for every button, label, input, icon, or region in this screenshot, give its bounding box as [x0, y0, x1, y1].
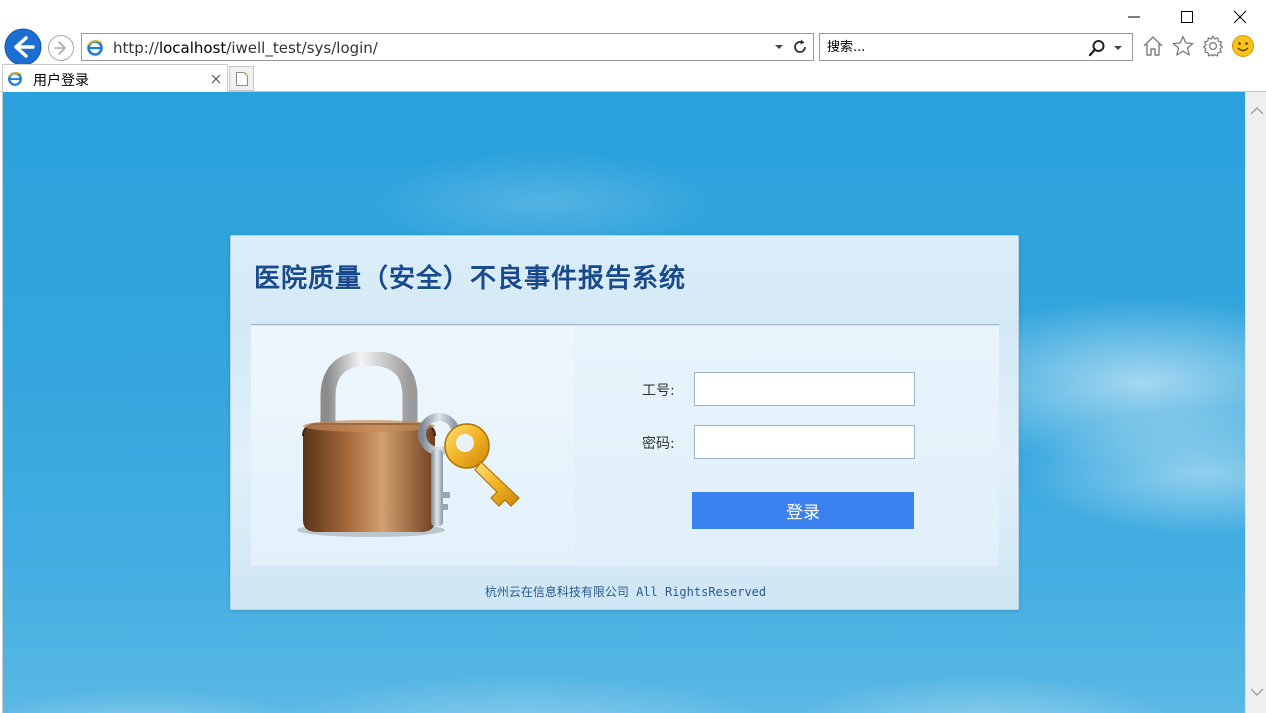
copyright-footer: 杭州云在信息科技有限公司 All RightsReserved	[484, 585, 767, 599]
title-divider	[251, 324, 999, 325]
page-viewport: 医院质量（安全）不良事件报告系统 工号: 密码: 登录 杭州云在信息科技有限公司…	[2, 92, 1266, 713]
address-url-prefix: http://	[113, 39, 159, 57]
settings-button[interactable]	[1201, 34, 1225, 58]
address-url-host: localhost	[158, 39, 227, 57]
maximize-icon	[1180, 11, 1193, 23]
search-box[interactable]	[819, 33, 1133, 61]
dropdown-caret-icon	[1114, 46, 1122, 50]
favorites-star-icon	[1172, 35, 1194, 56]
minimize-icon	[1127, 16, 1140, 18]
favorites-button[interactable]	[1171, 34, 1195, 58]
login-panel: 医院质量（安全）不良事件报告系统 工号: 密码: 登录 杭州云在信息科技有限公司…	[230, 235, 1019, 610]
search-icon	[1088, 40, 1105, 57]
home-icon	[1143, 36, 1163, 56]
back-arrow-icon	[4, 28, 42, 66]
login-form: 工号: 密码: 登录	[574, 326, 999, 566]
tab-user-login[interactable]: 用户登录	[2, 64, 228, 92]
address-url-path: /iwell_test/sys/login/	[226, 39, 378, 57]
address-bar[interactable]: http://localhost/iwell_test/sys/login/	[81, 33, 814, 61]
smiley-feedback-icon	[1232, 35, 1254, 57]
search-button[interactable]	[1086, 38, 1108, 58]
address-url: http://localhost/iwell_test/sys/login/	[113, 39, 378, 57]
settings-gear-icon	[1202, 35, 1224, 57]
maximize-button[interactable]	[1160, 0, 1213, 34]
tab-title: 用户登录	[33, 73, 89, 89]
login-button[interactable]: 登录	[692, 492, 914, 529]
tab-close-button[interactable]	[208, 71, 224, 87]
back-button[interactable]	[3, 28, 43, 66]
password-input[interactable]	[694, 425, 915, 459]
refresh-icon	[794, 39, 806, 53]
window-close-icon	[1233, 10, 1246, 24]
address-dropdown-button[interactable]	[772, 39, 786, 55]
chevron-up-icon	[1250, 107, 1263, 115]
close-icon	[211, 74, 221, 84]
dropdown-caret-icon	[775, 45, 783, 49]
forward-arrow-icon	[48, 35, 74, 61]
employee-id-label: 工号:	[642, 383, 675, 399]
forward-button[interactable]	[46, 33, 76, 63]
illustration-area	[251, 326, 574, 566]
system-title: 医院质量（安全）不良事件报告系统	[254, 264, 687, 294]
minimize-button[interactable]	[1107, 0, 1160, 34]
browser-toolbar	[1141, 34, 1255, 58]
navigation-bar: http://localhost/iwell_test/sys/login/	[0, 28, 1266, 66]
home-button[interactable]	[1141, 34, 1165, 58]
new-tab-button[interactable]	[229, 66, 254, 91]
ie-logo-icon	[7, 71, 23, 91]
close-window-button[interactable]	[1213, 0, 1266, 34]
ie-logo-icon	[86, 39, 104, 61]
vertical-scrollbar[interactable]	[1245, 92, 1266, 713]
scroll-up-button[interactable]	[1248, 102, 1265, 119]
chevron-down-icon	[1250, 688, 1263, 696]
lock-and-keys-illustration	[297, 352, 520, 537]
scroll-down-button[interactable]	[1248, 684, 1265, 701]
employee-id-input[interactable]	[694, 372, 915, 406]
search-input[interactable]	[827, 37, 1077, 57]
refresh-button[interactable]	[790, 37, 810, 57]
new-tab-icon	[235, 70, 248, 86]
tab-strip: 用户登录	[0, 64, 1266, 92]
password-label: 密码:	[642, 436, 675, 452]
window-controls	[1107, 0, 1266, 34]
feedback-button[interactable]	[1231, 34, 1255, 58]
search-provider-dropdown[interactable]	[1110, 38, 1126, 58]
